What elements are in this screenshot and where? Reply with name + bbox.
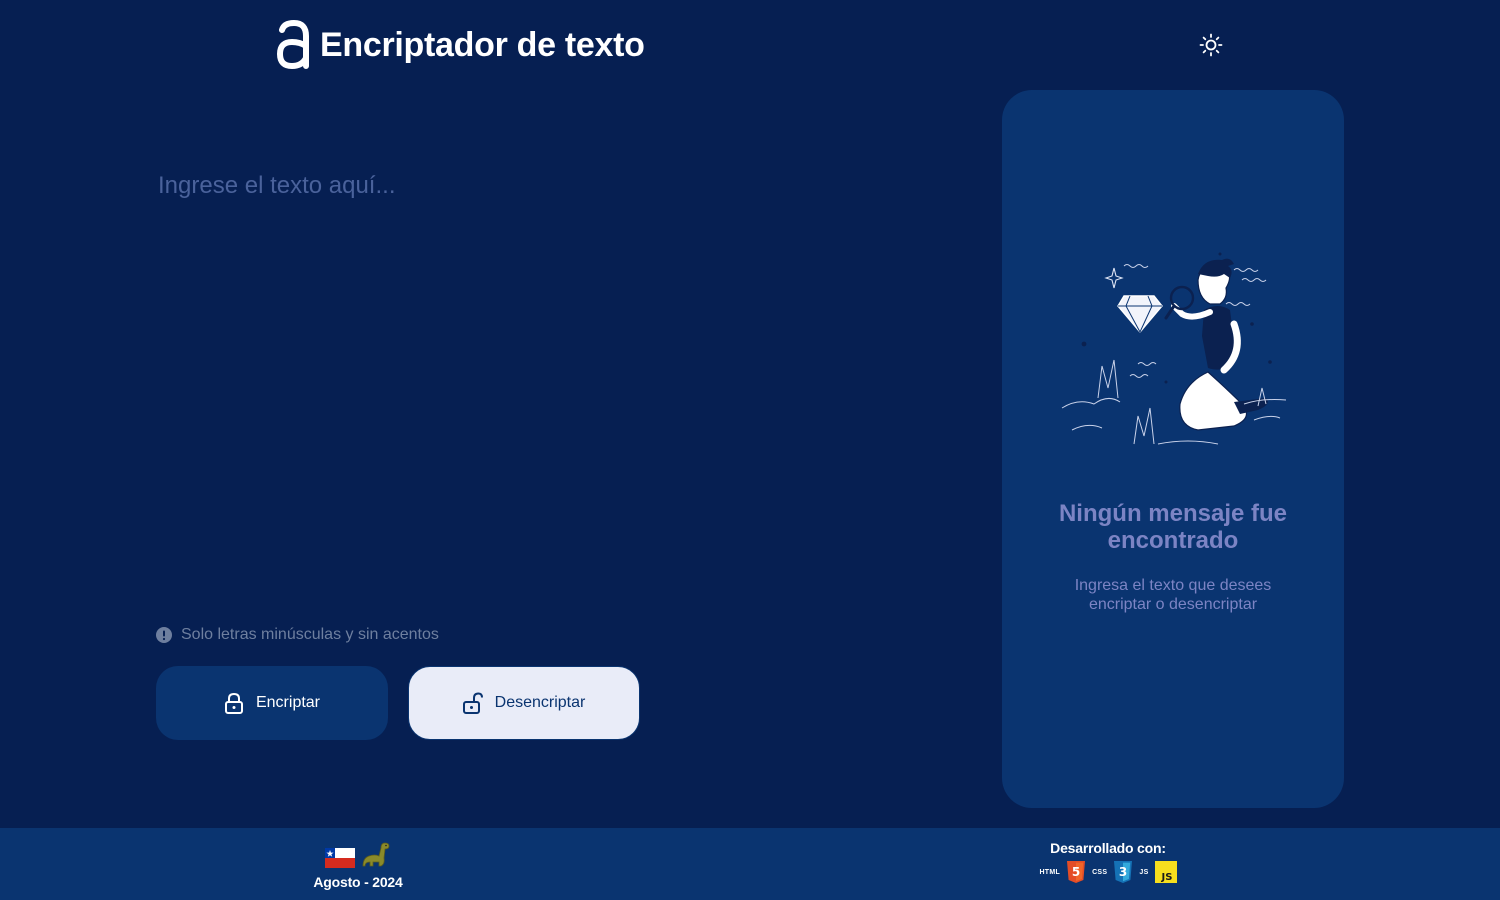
app-title: Encriptador de texto	[320, 25, 645, 64]
footer-tech: Desarrollado con: HTML 5 CSS 3 JS JS	[1022, 840, 1194, 884]
alura-a-logo-icon	[276, 20, 309, 70]
js-label: JS	[1139, 868, 1149, 876]
hint-text: Solo letras minúsculas y sin acentos	[181, 626, 439, 643]
unlock-icon	[462, 692, 483, 714]
css-label: CSS	[1092, 868, 1108, 876]
output-description: Ingresa el texto que desees encriptar o …	[1074, 577, 1272, 613]
person-with-magnifier-illustration	[1061, 252, 1287, 445]
encrypt-button-label: Encriptar	[255, 694, 321, 711]
svg-text:5: 5	[1072, 865, 1080, 879]
decrypt-button[interactable]: Desencriptar	[408, 666, 640, 740]
text-input[interactable]	[156, 170, 936, 590]
css3-icon: 3	[1114, 861, 1133, 883]
html5-icon: 5	[1067, 861, 1086, 883]
output-panel: Ningún mensaje fue encontrado Ingresa el…	[1002, 90, 1344, 808]
developed-with-label: Desarrollado con:	[1050, 840, 1166, 856]
footer-credits: Agosto - 2024	[300, 840, 416, 890]
theme-toggle-button[interactable]	[1196, 31, 1226, 59]
javascript-icon: JS	[1154, 861, 1177, 883]
svg-text:JS: JS	[1160, 872, 1172, 883]
input-hint: Solo letras minúsculas y sin acentos	[156, 626, 439, 644]
encrypt-button[interactable]: Encriptar	[156, 666, 388, 740]
sun-icon	[1199, 33, 1223, 57]
html-label: HTML	[1039, 868, 1061, 876]
footer-date: Agosto - 2024	[313, 874, 403, 890]
decrypt-button-label: Desencriptar	[494, 694, 586, 711]
info-icon	[156, 627, 172, 643]
output-title: Ningún mensaje fue encontrado	[1058, 500, 1288, 554]
dinosaur-icon	[362, 842, 390, 867]
chile-flag-icon	[325, 848, 355, 868]
footer: Agosto - 2024 Desarrollado con: HTML 5 C…	[0, 828, 1500, 900]
lock-icon	[224, 692, 243, 714]
svg-text:3: 3	[1119, 865, 1127, 879]
app-logo: Encriptador de texto	[276, 20, 645, 70]
